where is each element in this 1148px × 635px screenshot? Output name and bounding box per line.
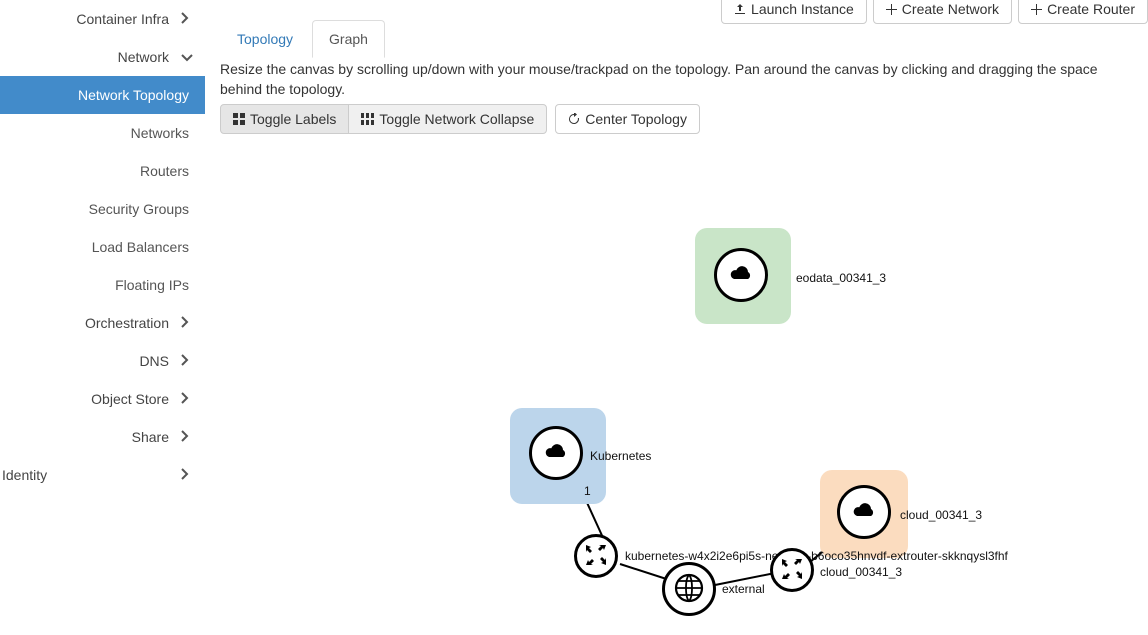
chevron-right-icon	[181, 467, 189, 483]
tab-topology[interactable]: Topology	[220, 20, 310, 58]
arrows-icon	[582, 541, 610, 572]
plus-icon	[1031, 4, 1042, 15]
external-network-node[interactable]	[662, 562, 716, 616]
sidebar-item-label: Identity	[2, 467, 47, 483]
sidebar-item-share[interactable]: Share	[0, 418, 205, 456]
grid-small-icon	[233, 113, 245, 125]
sidebar-item-label: Network	[12, 49, 181, 65]
sidebar-sub-load-balancers[interactable]: Load Balancers	[0, 228, 205, 266]
node-label-external: external	[722, 582, 765, 596]
chevron-right-icon	[181, 11, 189, 27]
node-label-eodata: eodata_00341_3	[796, 271, 886, 285]
tab-label: Graph	[329, 31, 368, 47]
sidebar-item-label: DNS	[12, 353, 181, 369]
node-label-cloud: cloud_00341_3	[900, 508, 982, 522]
sidebar-item-container-infra[interactable]: Container Infra	[0, 0, 205, 38]
top-action-buttons: Launch Instance Create Network Create Ro…	[721, 0, 1148, 24]
node-label-router-k8s: kubernetes-w4x2i2e6pi5s-network-b6oco35h…	[625, 549, 1008, 563]
help-text: Resize the canvas by scrolling up/down w…	[220, 60, 1138, 99]
sidebar-item-label: Container Infra	[12, 11, 181, 27]
toggle-collapse-button[interactable]: Toggle Network Collapse	[348, 104, 547, 134]
sidebar-sub-label: Routers	[140, 163, 189, 179]
button-label: Create Network	[902, 1, 999, 17]
sidebar-sub-network-topology[interactable]: Network Topology	[0, 76, 205, 114]
toggle-labels-button[interactable]: Toggle Labels	[220, 104, 349, 134]
sidebar-item-orchestration[interactable]: Orchestration	[0, 304, 205, 342]
sidebar-sub-label: Networks	[131, 125, 189, 141]
view-tabs: Topology Graph	[220, 20, 387, 59]
cloud-icon	[728, 265, 754, 286]
tab-label: Topology	[237, 31, 293, 47]
sidebar-sub-security-groups[interactable]: Security Groups	[0, 190, 205, 228]
sidebar-item-identity[interactable]: Identity	[0, 456, 205, 494]
cloud-icon	[851, 502, 877, 523]
cloud-icon	[543, 443, 569, 464]
sidebar-item-label: Object Store	[12, 391, 181, 407]
network-node-kubernetes[interactable]	[529, 426, 583, 480]
sidebar-sub-label: Floating IPs	[115, 277, 189, 293]
sidebar-sub-label: Network Topology	[78, 87, 189, 103]
button-label: Toggle Labels	[250, 111, 336, 127]
node-label-router-cloud: cloud_00341_3	[820, 565, 902, 579]
network-node-cloud[interactable]	[837, 485, 891, 539]
upload-icon	[734, 3, 746, 15]
plus-icon	[886, 4, 897, 15]
button-label: Launch Instance	[751, 1, 854, 17]
router-node-cloud[interactable]	[770, 548, 814, 592]
chevron-right-icon	[181, 429, 189, 445]
sidebar-sub-networks[interactable]: Networks	[0, 114, 205, 152]
create-network-button[interactable]: Create Network	[873, 0, 1012, 24]
sidebar-item-object-store[interactable]: Object Store	[0, 380, 205, 418]
sidebar-item-dns[interactable]: DNS	[0, 342, 205, 380]
chevron-right-icon	[181, 315, 189, 331]
chevron-right-icon	[181, 391, 189, 407]
refresh-icon	[568, 113, 580, 125]
grid-large-icon	[361, 113, 374, 125]
sidebar-item-network[interactable]: Network	[0, 38, 205, 76]
sidebar: Container Infra Network Network Topology…	[0, 0, 205, 635]
sidebar-item-label: Share	[12, 429, 181, 445]
center-topology-button[interactable]: Center Topology	[555, 104, 700, 134]
chevron-right-icon	[181, 353, 189, 369]
router-node-kubernetes[interactable]	[574, 534, 618, 578]
sidebar-sub-label: Load Balancers	[92, 239, 189, 255]
node-badge-kubernetes: 1	[584, 484, 591, 498]
sidebar-sub-label: Security Groups	[89, 201, 189, 217]
sidebar-sub-routers[interactable]: Routers	[0, 152, 205, 190]
button-label: Create Router	[1047, 1, 1135, 17]
button-label: Toggle Network Collapse	[379, 111, 534, 127]
network-node-eodata[interactable]	[714, 248, 768, 302]
sidebar-item-label: Orchestration	[12, 315, 181, 331]
tab-graph[interactable]: Graph	[312, 20, 385, 58]
sidebar-sub-floating-ips[interactable]: Floating IPs	[0, 266, 205, 304]
graph-toolbar: Toggle Labels Toggle Network Collapse Ce…	[220, 104, 700, 134]
create-router-button[interactable]: Create Router	[1018, 0, 1148, 24]
arrows-icon	[778, 555, 806, 586]
launch-instance-button[interactable]: Launch Instance	[721, 0, 867, 24]
globe-icon	[674, 573, 704, 606]
button-label: Center Topology	[585, 111, 687, 127]
node-label-kubernetes: Kubernetes	[590, 449, 651, 463]
chevron-down-icon	[181, 49, 189, 65]
toggle-button-group: Toggle Labels Toggle Network Collapse	[220, 104, 547, 134]
